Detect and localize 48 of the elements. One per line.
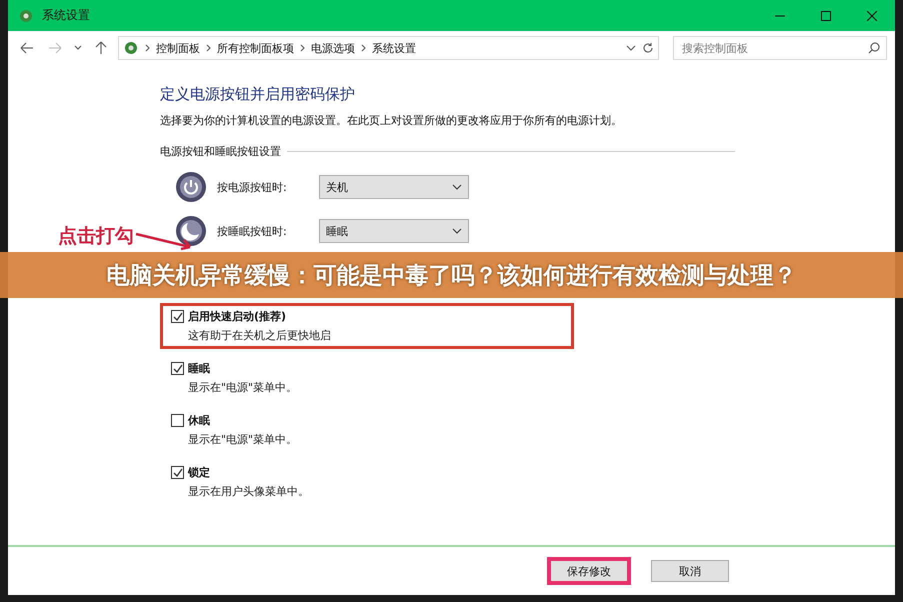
checkbox[interactable] bbox=[171, 466, 184, 479]
option-hint: 这有助于在关机之后更快地启 bbox=[188, 328, 332, 343]
dropdown-select[interactable]: 关机 bbox=[319, 175, 469, 199]
up-arrow-icon bbox=[95, 41, 107, 55]
search-box[interactable]: 搜索控制面板 bbox=[673, 36, 887, 60]
address-bar[interactable]: 控制面板 所有控制面板项 电源选项 系统设置 bbox=[118, 36, 659, 60]
breadcrumb-item[interactable]: 所有控制面板项 bbox=[217, 40, 294, 56]
option-hint: 显示在用户头像菜单中。 bbox=[188, 484, 310, 499]
chevron-down-icon[interactable] bbox=[626, 45, 636, 51]
chevron-down-icon bbox=[452, 228, 462, 234]
back-arrow-icon bbox=[20, 42, 34, 54]
caret-icon bbox=[74, 45, 82, 51]
option-hint: 显示在"电源"菜单中。 bbox=[188, 432, 298, 447]
banner-title: 电脑关机异常缓慢：可能是中毒了吗？该如何进行有效检测与处理？ bbox=[106, 262, 796, 290]
annotation-text: 点击打勾 bbox=[58, 224, 134, 249]
option-label: 睡眠 bbox=[188, 361, 210, 376]
forward-arrow-icon bbox=[48, 42, 62, 54]
search-icon bbox=[868, 42, 880, 54]
checkbox[interactable] bbox=[171, 362, 184, 375]
chevron-down-icon bbox=[452, 184, 462, 190]
checkbox[interactable] bbox=[171, 310, 184, 323]
section-title: 电源按钮和睡眠按钮设置 bbox=[160, 144, 281, 159]
chevron-icon bbox=[145, 44, 150, 52]
breadcrumb-item[interactable]: 控制面板 bbox=[156, 40, 200, 56]
power-icon bbox=[175, 171, 207, 203]
breadcrumb-item[interactable]: 系统设置 bbox=[372, 40, 416, 56]
cancel-button[interactable]: 取消 bbox=[651, 560, 729, 582]
option-label: 休眠 bbox=[188, 413, 210, 428]
chevron-icon bbox=[300, 44, 305, 52]
maximize-icon bbox=[821, 10, 831, 20]
page-description: 选择要为你的计算机设置的电源设置。在此页上对设置所做的更改将应用于你所有的电源计划。 bbox=[160, 113, 623, 128]
page-heading: 定义电源按钮并启用密码保护 bbox=[160, 85, 356, 104]
option-hint: 显示在"电源"菜单中。 bbox=[188, 380, 298, 395]
refresh-icon[interactable] bbox=[642, 42, 654, 54]
setting-label: 按电源按钮时: bbox=[217, 180, 288, 194]
moon-icon bbox=[175, 215, 207, 247]
breadcrumb-item[interactable]: 电源选项 bbox=[311, 40, 355, 56]
chevron-icon bbox=[361, 44, 366, 52]
arrow-drawing bbox=[134, 231, 194, 251]
close-icon bbox=[867, 10, 877, 20]
dropdown-select[interactable]: 睡眠 bbox=[319, 219, 469, 243]
save-button[interactable]: 保存修改 bbox=[547, 557, 631, 585]
option-label: 启用快速启动(推荐) bbox=[188, 309, 286, 324]
checkbox[interactable] bbox=[171, 414, 184, 427]
chevron-icon bbox=[206, 44, 211, 52]
setting-label: 按睡眠按钮时: bbox=[217, 224, 288, 238]
option-label: 锁定 bbox=[188, 465, 210, 480]
window-title: 系统设置 bbox=[42, 7, 91, 24]
